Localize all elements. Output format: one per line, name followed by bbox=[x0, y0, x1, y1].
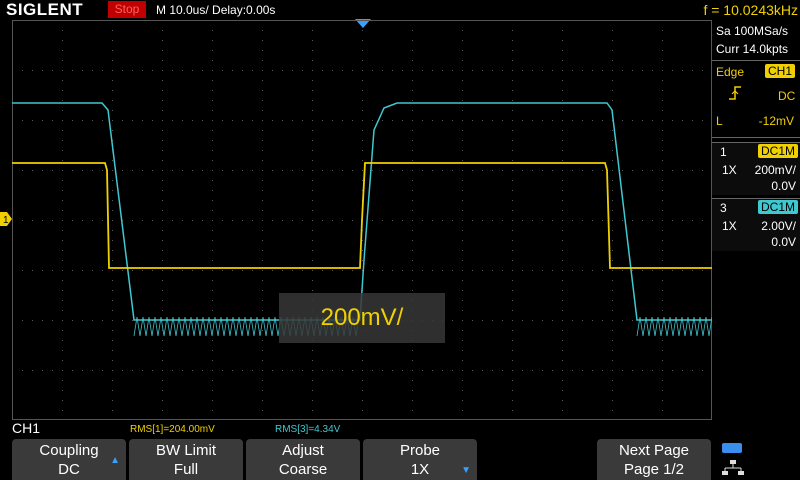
ch1-marker-label: 1 bbox=[3, 215, 9, 226]
next-page-softkey[interactable]: Next Page Page 1/2 bbox=[597, 439, 711, 480]
rising-edge-icon bbox=[729, 86, 741, 100]
ch3-probe: 1X bbox=[722, 219, 737, 233]
ch3-info-panel[interactable]: 3 DC1M 1X 2.00V/ 0.0V bbox=[712, 198, 800, 251]
trigger-coupling: DC bbox=[778, 89, 796, 103]
adjust-softkey[interactable]: Adjust Coarse bbox=[246, 439, 360, 480]
memory-depth: Curr 14.0kpts bbox=[716, 42, 789, 56]
softkey-value: Page 1/2 bbox=[623, 461, 685, 478]
softkey-label: Next Page bbox=[618, 442, 690, 459]
bw-limit-softkey[interactable]: BW Limit Full bbox=[129, 439, 243, 480]
frequency-readout: f = 10.0243kHz bbox=[703, 2, 798, 18]
softkey-value: DC bbox=[58, 461, 80, 478]
ch3-offset: 0.0V bbox=[771, 235, 796, 249]
ch1-scale: 200mV/ bbox=[754, 163, 796, 177]
network-icon bbox=[722, 460, 744, 475]
softkey-label: Adjust bbox=[282, 442, 324, 459]
ch3-number: 3 bbox=[720, 201, 727, 215]
probe-softkey[interactable]: Probe 1X ▼ bbox=[363, 439, 477, 480]
delay-value: Delay:0.00s bbox=[212, 3, 276, 17]
softkey-label: Coupling bbox=[39, 442, 99, 459]
brand-logo: SIGLENT bbox=[6, 0, 84, 19]
softkey-value: Coarse bbox=[278, 461, 328, 478]
ch1-number: 1 bbox=[720, 145, 727, 159]
trigger-level-label: L bbox=[716, 114, 723, 128]
cycle-down-icon: ▼ bbox=[461, 465, 471, 476]
ch1-offset: 0.0V bbox=[771, 179, 796, 193]
timebase-readout[interactable]: M 10.0us/ Delay:0.00s bbox=[156, 0, 275, 20]
ch1-probe: 1X bbox=[722, 163, 737, 177]
trigger-level: -12mV bbox=[758, 114, 794, 128]
ch1-coupling: DC1M bbox=[757, 144, 798, 158]
run-stop-status[interactable]: Stop bbox=[108, 1, 146, 18]
sample-rate: Sa 100MSa/s bbox=[716, 24, 789, 38]
trigger-source: CH1 bbox=[765, 64, 796, 78]
waveform-display[interactable] bbox=[12, 20, 712, 420]
rms-ch3-measurement: RMS[3]=4.34V bbox=[275, 424, 341, 435]
timebase-value: M 10.0us/ bbox=[156, 3, 209, 17]
ch1-offset-marker-icon[interactable]: 1 bbox=[0, 212, 12, 226]
rms-ch1-measurement: RMS[1]=204.00mV bbox=[130, 424, 215, 435]
softkey-value: 1X bbox=[410, 461, 430, 478]
ch1-info-panel[interactable]: 1 DC1M 1X 200mV/ 0.0V bbox=[712, 142, 800, 195]
ch3-coupling: DC1M bbox=[757, 200, 798, 214]
scale-popup: 200mV/ bbox=[279, 293, 445, 343]
usb-icon bbox=[722, 443, 742, 453]
ch3-scale: 2.00V/ bbox=[761, 219, 796, 233]
softkey-label: BW Limit bbox=[156, 442, 216, 459]
trigger-mode: Edge bbox=[716, 65, 745, 79]
softkey-label: Probe bbox=[399, 442, 441, 459]
cycle-up-icon: ▲ bbox=[110, 455, 120, 466]
coupling-softkey[interactable]: Coupling DC ▲ bbox=[12, 439, 126, 480]
active-channel-label: CH1 bbox=[12, 420, 41, 436]
softkey-value: Full bbox=[173, 461, 199, 478]
